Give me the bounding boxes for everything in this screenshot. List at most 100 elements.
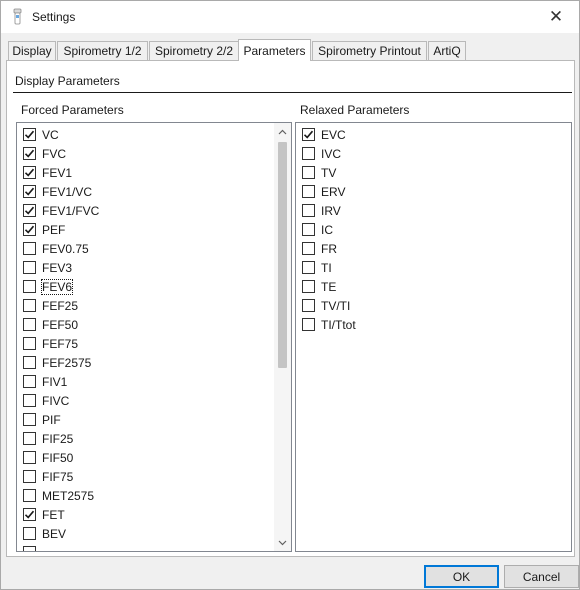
checkmark-icon <box>24 225 35 234</box>
ok-button[interactable]: OK <box>424 565 499 588</box>
list-item-tv-ti[interactable]: TV/TI <box>302 296 350 315</box>
forced-list-scrollbar[interactable] <box>274 123 291 551</box>
list-item-vc[interactable]: VC <box>23 125 59 144</box>
checkbox[interactable] <box>23 394 36 407</box>
checkbox[interactable] <box>23 356 36 369</box>
checkbox[interactable] <box>23 299 36 312</box>
list-item-blank[interactable] <box>23 543 42 551</box>
checkbox[interactable] <box>302 185 315 198</box>
list-item-ti-ttot[interactable]: TI/Ttot <box>302 315 356 334</box>
checkbox[interactable] <box>23 261 36 274</box>
relaxed-parameters-label: Relaxed Parameters <box>300 103 410 117</box>
list-item-fef2575[interactable]: FEF2575 <box>23 353 91 372</box>
relaxed-parameters-list[interactable]: TI/Ttot TV/TI TE TI FR IC IRV ERV TV IVC EVC <box>295 122 572 552</box>
chevron-down-icon <box>278 540 287 545</box>
section-title: Display Parameters <box>15 74 120 88</box>
list-item-fef75[interactable]: FEF75 <box>23 334 78 353</box>
item-label: IC <box>321 222 333 237</box>
list-item-erv[interactable]: ERV <box>302 182 345 201</box>
item-label: FEF50 <box>42 317 79 332</box>
checkbox[interactable] <box>302 147 315 160</box>
checkbox[interactable] <box>23 204 36 217</box>
tab-spirometry-2-2[interactable]: Spirometry 2/2 <box>149 41 239 60</box>
list-item-fev6[interactable]: FEV6 <box>23 277 74 296</box>
item-label: PEF <box>42 222 66 237</box>
checkbox[interactable] <box>23 242 36 255</box>
list-item-ti[interactable]: TI <box>302 258 332 277</box>
tab-spirometry-printout[interactable]: Spirometry Printout <box>312 41 427 60</box>
item-label: FEV1/FVC <box>42 203 100 218</box>
close-button[interactable]: ✕ <box>533 1 579 32</box>
checkbox[interactable] <box>302 223 315 236</box>
checkbox[interactable] <box>23 508 36 521</box>
list-item-irv[interactable]: IRV <box>302 201 341 220</box>
list-item-ic[interactable]: IC <box>302 220 333 239</box>
checkbox[interactable] <box>23 527 36 540</box>
checkbox[interactable] <box>302 299 315 312</box>
item-label: FIF25 <box>42 431 74 446</box>
checkbox[interactable] <box>23 147 36 160</box>
scroll-down-button[interactable] <box>274 534 291 551</box>
forced-parameters-list[interactable]: BEV FET MET2575 FIF75 FIF50 FIF25 PIF FIVC FIV1 F… <box>16 122 292 552</box>
list-item-fif75[interactable]: FIF75 <box>23 467 73 486</box>
list-item-fev3[interactable]: FEV3 <box>23 258 72 277</box>
list-item-fev1[interactable]: FEV1 <box>23 163 72 182</box>
list-item-fef25[interactable]: FEF25 <box>23 296 78 315</box>
checkmark-icon <box>24 510 35 519</box>
item-label: FIF75 <box>42 469 74 484</box>
checkbox[interactable] <box>23 128 36 141</box>
item-label: IVC <box>321 146 342 161</box>
list-item-fev0-75[interactable]: FEV0.75 <box>23 239 89 258</box>
parameters-panel: Display Parameters Forced Parameters Rel… <box>6 60 575 557</box>
list-item-ivc[interactable]: IVC <box>302 144 341 163</box>
list-item-evc[interactable]: EVC <box>302 125 346 144</box>
tab-spirometry-1-2[interactable]: Spirometry 1/2 <box>57 41 148 60</box>
checkbox[interactable] <box>302 166 315 179</box>
list-item-te[interactable]: TE <box>302 277 336 296</box>
checkbox[interactable] <box>23 432 36 445</box>
title-bar[interactable]: Settings ✕ <box>1 1 579 33</box>
checkbox[interactable] <box>23 489 36 502</box>
tab-parameters[interactable]: Parameters <box>238 39 311 61</box>
list-item-pef[interactable]: PEF <box>23 220 65 239</box>
tab-display[interactable]: Display <box>8 41 56 60</box>
checkbox[interactable] <box>302 242 315 255</box>
checkmark-icon <box>24 149 35 158</box>
list-item-fif50[interactable]: FIF50 <box>23 448 73 467</box>
checkbox[interactable] <box>302 261 315 274</box>
checkbox[interactable] <box>302 204 315 217</box>
list-item-met2575[interactable]: MET2575 <box>23 486 94 505</box>
checkbox[interactable] <box>302 128 315 141</box>
checkbox[interactable] <box>23 470 36 483</box>
checkbox[interactable] <box>302 318 315 331</box>
list-item-fif25[interactable]: FIF25 <box>23 429 73 448</box>
list-item-fev1-vc[interactable]: FEV1/VC <box>23 182 92 201</box>
checkbox[interactable] <box>23 413 36 426</box>
checkbox[interactable] <box>23 166 36 179</box>
scroll-thumb[interactable] <box>278 142 287 368</box>
checkbox[interactable] <box>23 451 36 464</box>
item-label: FEF2575 <box>42 355 92 370</box>
checkbox[interactable] <box>23 546 36 551</box>
list-item-bev[interactable]: BEV <box>23 524 66 543</box>
checkbox[interactable] <box>23 318 36 331</box>
list-item-fivc[interactable]: FIVC <box>23 391 69 410</box>
list-item-fiv1[interactable]: FIV1 <box>23 372 67 391</box>
list-item-pif[interactable]: PIF <box>23 410 61 429</box>
checkbox[interactable] <box>23 223 36 236</box>
item-label: ERV <box>321 184 346 199</box>
list-item-tv[interactable]: TV <box>302 163 336 182</box>
list-item-fev1-fvc[interactable]: FEV1/FVC <box>23 201 99 220</box>
list-item-fef50[interactable]: FEF50 <box>23 315 78 334</box>
checkbox[interactable] <box>23 337 36 350</box>
checkbox[interactable] <box>23 375 36 388</box>
checkbox[interactable] <box>23 185 36 198</box>
list-item-fet[interactable]: FET <box>23 505 65 524</box>
list-item-fvc[interactable]: FVC <box>23 144 66 163</box>
scroll-up-button[interactable] <box>274 123 291 140</box>
cancel-button[interactable]: Cancel <box>504 565 579 588</box>
checkbox[interactable] <box>23 280 36 293</box>
tab-artiq[interactable]: ArtiQ <box>428 41 466 60</box>
list-item-fr[interactable]: FR <box>302 239 337 258</box>
checkbox[interactable] <box>302 280 315 293</box>
